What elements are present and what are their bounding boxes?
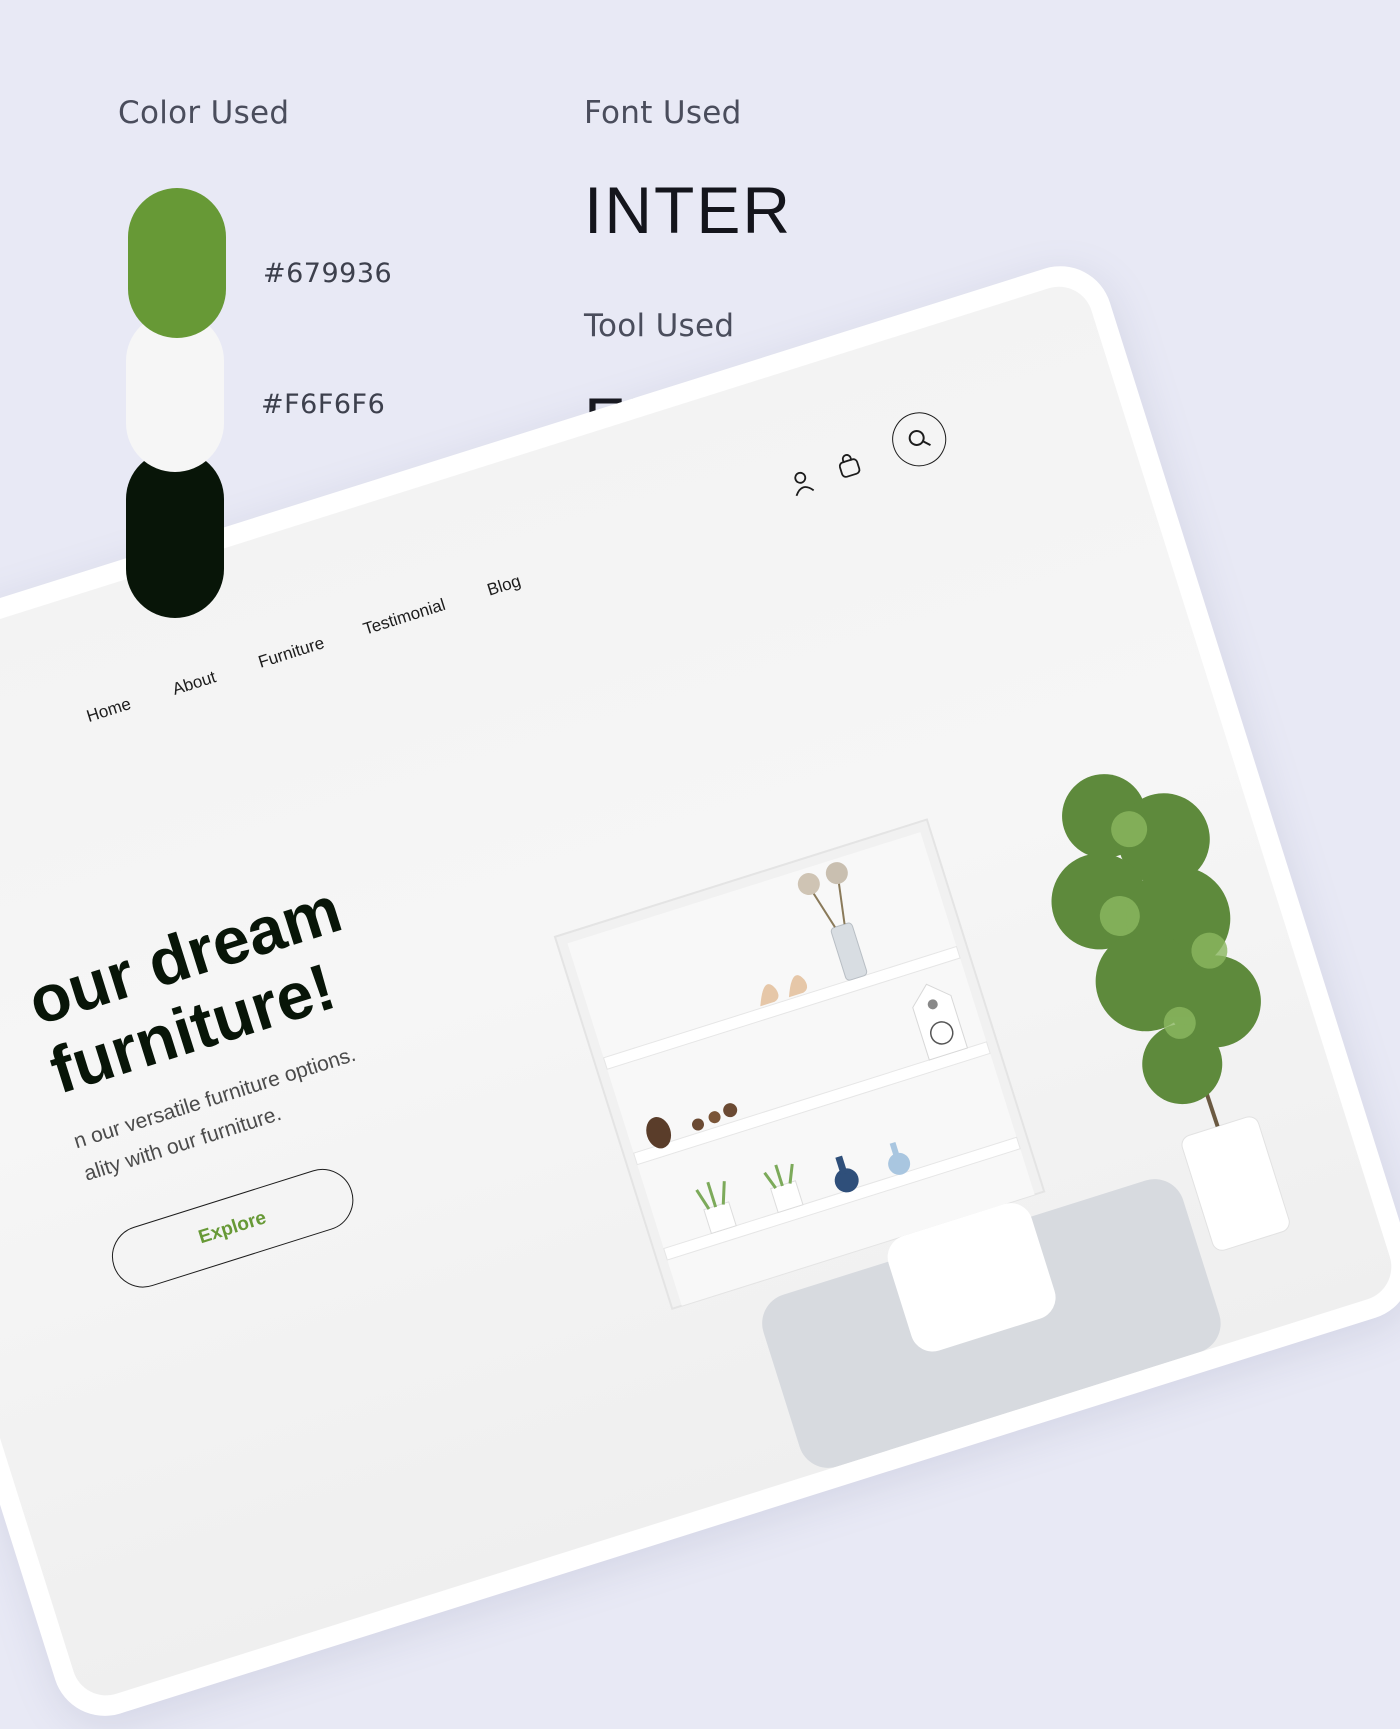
- color-hex-green: #679936: [263, 258, 393, 289]
- color-swatch-green: [128, 188, 226, 338]
- color-hex-white: #F6F6F6: [261, 389, 386, 420]
- color-used-heading: Color Used: [118, 95, 290, 131]
- font-used-heading: Font Used: [584, 95, 742, 131]
- tool-used-heading: Tool Used: [584, 308, 735, 344]
- font-name: INTER: [584, 173, 792, 247]
- search-icon: [908, 429, 931, 447]
- color-swatch-black: [126, 450, 224, 618]
